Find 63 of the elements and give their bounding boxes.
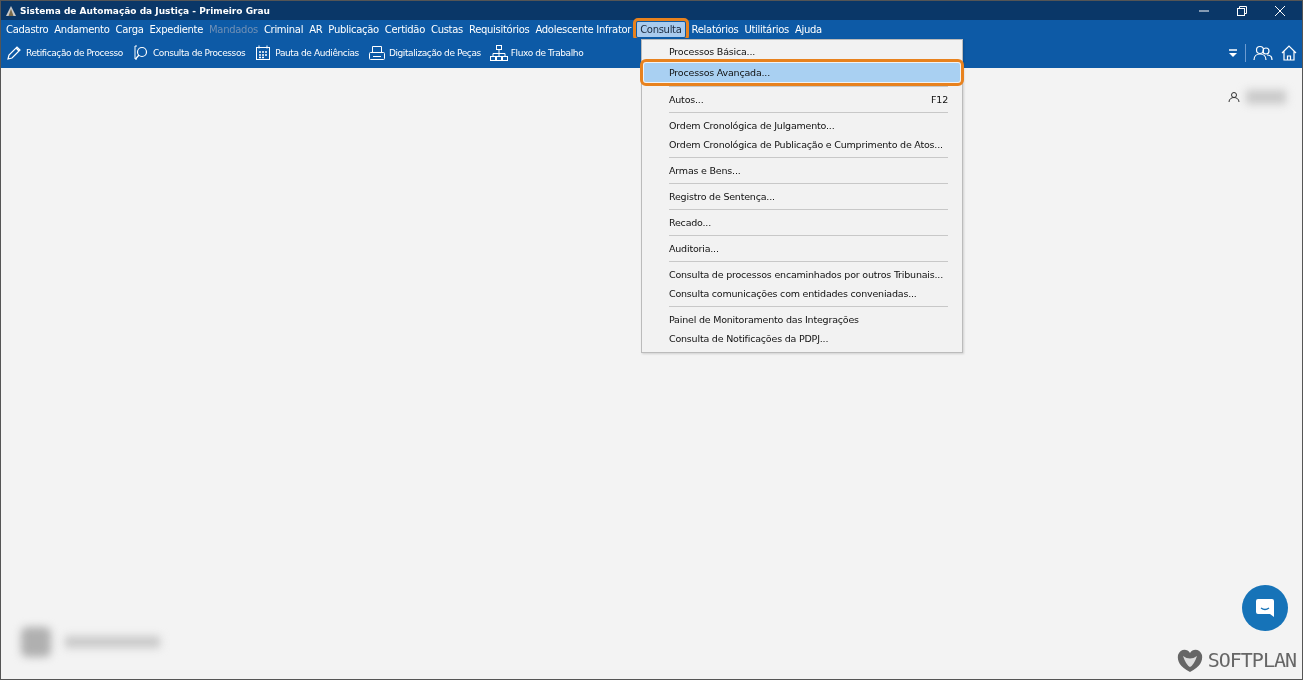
search-icon (131, 44, 150, 62)
option-label: Processos Básica... (669, 46, 756, 57)
option-label: Ordem Cronológica de Julgamento... (669, 120, 835, 131)
scanner-icon (367, 44, 386, 62)
option-label: Autos... (669, 94, 704, 105)
chat-button[interactable] (1242, 585, 1288, 631)
close-icon[interactable] (1274, 4, 1286, 17)
window-title: Sistema de Automação da Justiça - Primeiro Grau (20, 5, 270, 16)
calendar-icon (254, 44, 273, 62)
option-label: Consulta de Notificações da PDPJ... (669, 333, 829, 344)
toolbar-button[interactable]: Consulta de Processos (129, 42, 248, 64)
option-label: Armas e Bens... (669, 165, 741, 176)
menu-option[interactable]: Auditoria... (644, 239, 960, 258)
chat-icon (1254, 597, 1276, 619)
user-icon (1228, 91, 1240, 103)
redacted-name (1246, 90, 1286, 104)
menu-option[interactable]: Processos Básica... (644, 42, 960, 61)
menu-item[interactable]: Certidão (381, 21, 428, 37)
option-label: Auditoria... (669, 243, 719, 254)
menu-item[interactable]: Publicação (325, 21, 382, 37)
menu-option[interactable]: Registro de Sentença... (644, 187, 960, 206)
menu-item[interactable]: Relatórios (688, 21, 742, 37)
menu-item[interactable]: Criminal (260, 21, 307, 37)
toolbar-button[interactable]: Pauta de Audiências (252, 42, 361, 64)
option-label: Processos Avançada... (669, 67, 770, 78)
menu-option[interactable]: Ordem Cronológica de Publicação e Cumprimento de Atos... (644, 135, 960, 154)
menu-item[interactable]: Cadastro (3, 21, 52, 37)
menu-item[interactable]: Requisitórios (465, 21, 533, 37)
option-label: Consulta comunicações com entidades conveniadas... (669, 288, 917, 299)
menu-item[interactable]: Expediente (146, 21, 207, 37)
toolbar-button[interactable]: Retificação de Processo (3, 42, 125, 64)
option-label: Painel de Monitoramento das Integrações (669, 314, 859, 325)
menu-option[interactable]: Armas e Bens... (644, 161, 960, 180)
menu-item[interactable]: Andamento (51, 21, 113, 37)
menu-option[interactable]: Painel de Monitoramento das Integrações (644, 310, 960, 329)
sitemap-icon (489, 44, 508, 62)
menu-option[interactable]: Ordem Cronológica de Julgamento... (644, 116, 960, 135)
home-icon[interactable] (1280, 44, 1298, 62)
users-icon[interactable] (1253, 44, 1273, 62)
option-label: Ordem Cronológica de Publicação e Cumprimento de Atos... (669, 139, 943, 150)
pencil-icon (5, 44, 23, 62)
toolbar-button[interactable]: Fluxo de Trabalho (487, 42, 586, 64)
shortcut-label: F12 (931, 94, 948, 105)
menu-item[interactable]: Ajuda (791, 21, 825, 37)
menu-item[interactable]: Custas (427, 21, 466, 37)
menu-option[interactable]: Consulta de processos encaminhados por outros Tribunais... (644, 265, 960, 284)
redacted-logo (21, 627, 51, 657)
menu-option[interactable]: Recado... (644, 213, 960, 232)
dropdown-icon[interactable] (1228, 47, 1238, 59)
menu-item[interactable]: Utilitários (741, 21, 792, 37)
menu-item[interactable]: AR (306, 21, 326, 37)
option-label: Registro de Sentença... (669, 191, 775, 202)
menu-item[interactable]: Adolescente Infrator (532, 21, 635, 37)
restore-icon[interactable] (1236, 4, 1248, 17)
option-label: Consulta de processos encaminhados por outros Tribunais... (669, 269, 943, 280)
app-logo-icon (5, 4, 17, 17)
menu-option[interactable]: Autos... F12 (644, 90, 960, 109)
option-label: Recado... (669, 217, 711, 228)
toolbar-button[interactable]: Digitalização de Peças (365, 42, 483, 64)
menu-option[interactable]: Consulta de Notificações da PDPJ... (644, 329, 960, 348)
menu-item[interactable]: Carga (112, 21, 147, 37)
brand-name: SOFTPLAN (1207, 648, 1296, 672)
menu-option[interactable]: Consulta comunicações com entidades conveniadas... (644, 284, 960, 303)
